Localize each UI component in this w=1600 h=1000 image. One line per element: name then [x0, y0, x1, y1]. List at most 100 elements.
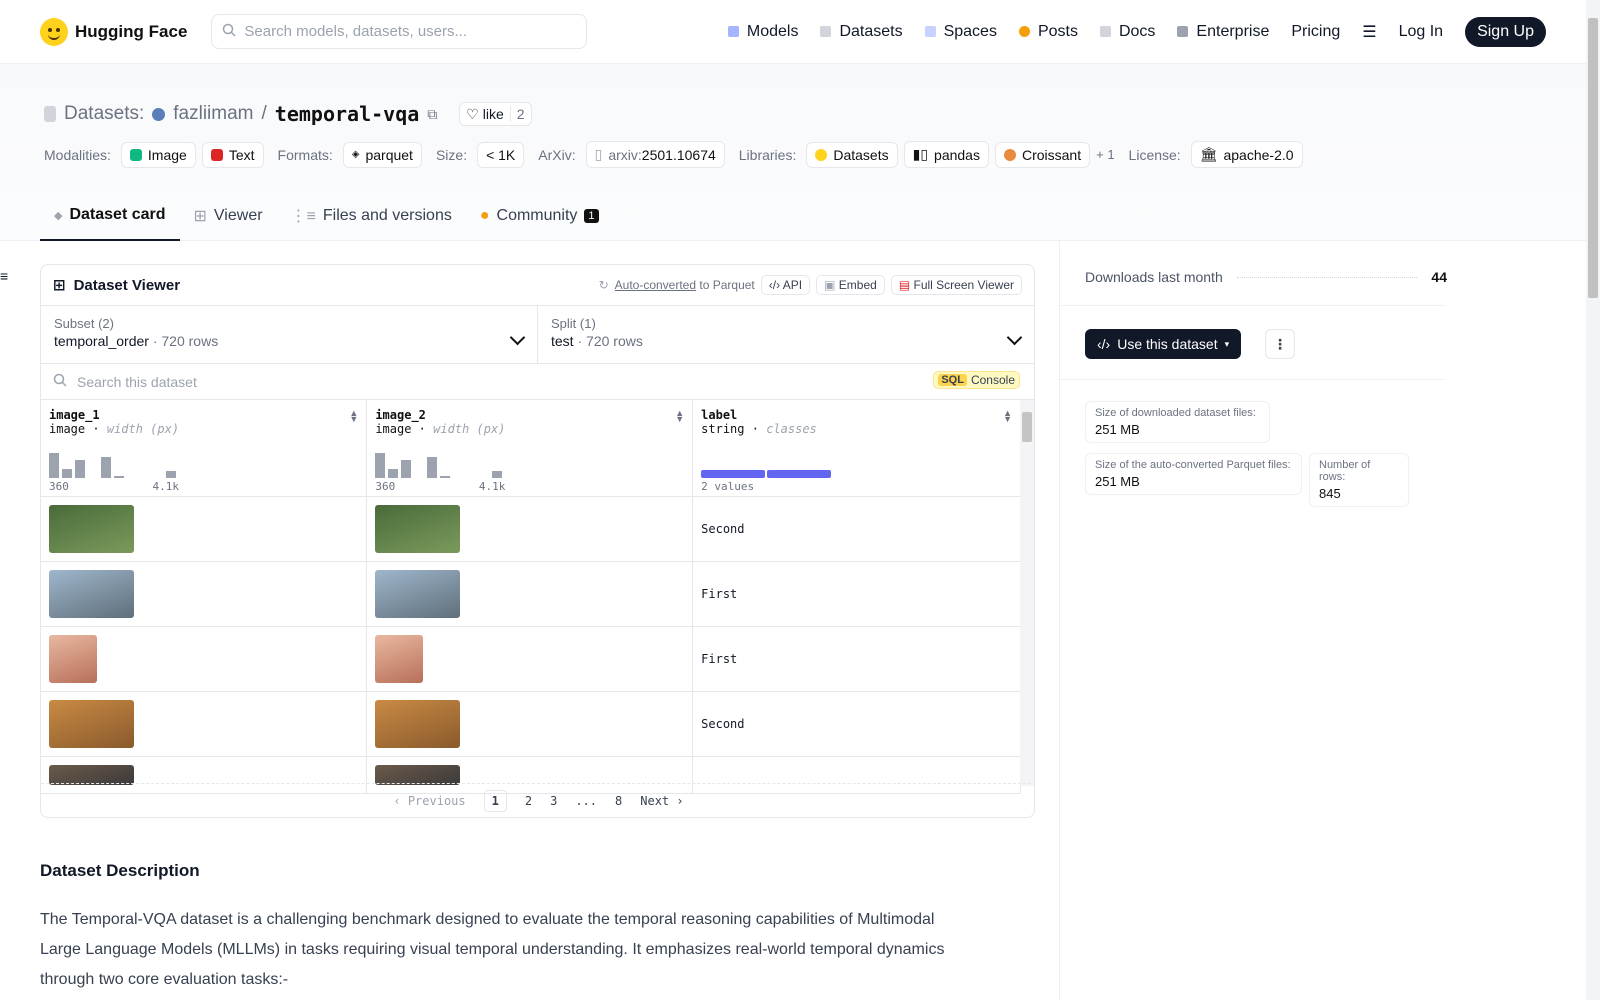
- fullscreen-icon: ▤: [898, 278, 911, 292]
- table-scrollbar[interactable]: [1020, 400, 1034, 786]
- image-cell[interactable]: [41, 561, 368, 627]
- nav-spaces[interactable]: Spaces: [924, 23, 997, 41]
- histogram-bar: [440, 475, 451, 478]
- split-select[interactable]: Split (1) test · 720 rows: [537, 306, 1034, 363]
- embed-button[interactable]: ▣ Embed: [816, 275, 885, 295]
- image-thumbnail[interactable]: [375, 634, 424, 683]
- image-thumbnail[interactable]: [375, 764, 461, 785]
- table-row[interactable]: Second: [41, 691, 1021, 757]
- image-thumbnail[interactable]: [49, 764, 134, 785]
- tag-size[interactable]: < 1K: [477, 141, 525, 168]
- page-2[interactable]: 2: [525, 794, 532, 808]
- tag-text[interactable]: Text: [201, 141, 264, 168]
- tag-datasets[interactable]: Datasets: [806, 141, 898, 168]
- page-1[interactable]: 1: [483, 789, 507, 812]
- sort-icon[interactable]: ▲ ▼: [349, 409, 358, 424]
- tab-community[interactable]: ● Community 1: [466, 191, 613, 241]
- nav-pricing[interactable]: Pricing: [1291, 23, 1340, 41]
- page-3[interactable]: 3: [550, 794, 557, 808]
- grid-icon: [924, 26, 936, 37]
- owner-link[interactable]: fazliimam: [173, 103, 253, 125]
- sidebar-toggle-icon[interactable]: ≡: [0, 268, 8, 284]
- nav-models[interactable]: Models: [727, 23, 798, 41]
- histogram-bar: [388, 469, 399, 478]
- dataset-search-input[interactable]: Search this dataset SQL Console: [41, 364, 1034, 400]
- tag-license[interactable]: 🏛 apache-2.0: [1190, 141, 1303, 168]
- table-row[interactable]: First: [41, 626, 1021, 692]
- sort-icon[interactable]: ▲ ▼: [1003, 409, 1012, 424]
- tag-croissant[interactable]: Croissant: [994, 141, 1091, 168]
- api-button[interactable]: ‹/› API: [760, 275, 811, 295]
- image-thumbnail[interactable]: [375, 504, 461, 553]
- text-icon: [210, 148, 223, 161]
- section-link[interactable]: Datasets:: [64, 103, 144, 125]
- label-cell: First: [692, 626, 1021, 692]
- sql-console-button[interactable]: SQL Console: [933, 371, 1020, 389]
- libraries-more[interactable]: + 1: [1096, 147, 1114, 162]
- image-cell[interactable]: [366, 561, 694, 627]
- tag-parquet[interactable]: ◈ parquet: [342, 141, 422, 168]
- search-icon: [53, 373, 67, 390]
- sort-icon[interactable]: ▲ ▼: [675, 409, 684, 424]
- nav-datasets[interactable]: Datasets: [820, 23, 903, 41]
- use-dataset-button[interactable]: ‹/› Use this dataset ▾: [1085, 329, 1242, 359]
- copy-icon[interactable]: ⧉: [427, 106, 437, 123]
- image-cell[interactable]: [366, 691, 694, 757]
- image-cell[interactable]: [41, 496, 368, 562]
- page-ellipsis: ...: [575, 793, 598, 808]
- scrollbar-thumb[interactable]: [1022, 412, 1032, 442]
- page-scrollbar[interactable]: [1586, 0, 1600, 1000]
- tag-pandas[interactable]: ▮▯ pandas: [903, 141, 989, 168]
- more-vertical-icon: ⋮: [1273, 335, 1287, 352]
- fullscreen-button[interactable]: ▤ Full Screen Viewer: [890, 275, 1022, 295]
- subset-select[interactable]: Subset (2) temporal_order · 720 rows: [41, 306, 537, 363]
- nav-enterprise[interactable]: Enterprise: [1177, 23, 1269, 41]
- column-header-image-2[interactable]: image_2 image · width (px) 360 4.1k ▲ ▼: [366, 400, 694, 497]
- image-thumbnail[interactable]: [375, 699, 461, 748]
- cube-icon: [727, 26, 739, 37]
- image-cell[interactable]: [41, 626, 368, 692]
- histogram-bar: [49, 452, 59, 478]
- image-cell[interactable]: [366, 496, 694, 562]
- previous-button[interactable]: ‹ Previous: [393, 794, 465, 808]
- table-row[interactable]: Second: [41, 496, 1021, 562]
- image-thumbnail[interactable]: [49, 504, 134, 553]
- tab-files[interactable]: ⋮≡ Files and versions: [277, 191, 466, 241]
- tag-image[interactable]: Image: [120, 141, 196, 168]
- class-distribution-bar: [701, 470, 832, 478]
- tab-dataset-card[interactable]: ◆ Dataset card: [40, 191, 180, 241]
- more-options-button[interactable]: ⋮: [1265, 329, 1295, 359]
- tab-viewer[interactable]: ⊞ Viewer: [180, 191, 277, 241]
- search-input[interactable]: Search models, datasets, users...: [211, 14, 588, 49]
- nav-docs[interactable]: Docs: [1099, 23, 1155, 41]
- menu-toggle[interactable]: ☰: [1362, 22, 1376, 42]
- nav-posts[interactable]: Posts: [1018, 23, 1078, 41]
- image-thumbnail[interactable]: [49, 634, 97, 683]
- like-count: 2: [509, 106, 531, 122]
- tag-arxiv[interactable]: ▯ arxiv: 2501.10674: [585, 141, 725, 168]
- scrollbar-thumb[interactable]: [1588, 18, 1598, 298]
- histogram: [49, 448, 176, 478]
- table-row[interactable]: First: [41, 561, 1021, 627]
- column-header-label[interactable]: label string · classes 2 values ▲ ▼: [692, 400, 1021, 497]
- posts-icon: [1018, 26, 1030, 37]
- signup-button[interactable]: Sign Up: [1465, 16, 1546, 47]
- auto-converted-link[interactable]: Auto-converted to Parquet: [615, 278, 755, 292]
- page-8[interactable]: 8: [615, 794, 622, 808]
- brand-logo[interactable]: Hugging Face: [40, 17, 187, 46]
- image-cell[interactable]: [41, 691, 368, 757]
- like-button[interactable]: ♡ like 2: [459, 102, 532, 126]
- histogram-bar: [75, 460, 85, 478]
- image-thumbnail[interactable]: [49, 699, 134, 748]
- image-thumbnail[interactable]: [49, 569, 134, 618]
- histogram-bar: [427, 457, 438, 478]
- histogram-bar: [62, 469, 72, 478]
- login-link[interactable]: Log In: [1399, 23, 1443, 41]
- pandas-icon: ▮▯: [912, 146, 929, 162]
- next-button[interactable]: Next ›: [640, 794, 683, 808]
- image-thumbnail[interactable]: [375, 569, 461, 618]
- dataset-name[interactable]: temporal-vqa: [275, 102, 420, 126]
- description-text: The Temporal-VQA dataset is a challengin…: [40, 911, 945, 988]
- image-cell[interactable]: [366, 626, 694, 692]
- column-header-image-1[interactable]: image_1 image · width (px) 360 4.1k ▲ ▼: [41, 400, 368, 497]
